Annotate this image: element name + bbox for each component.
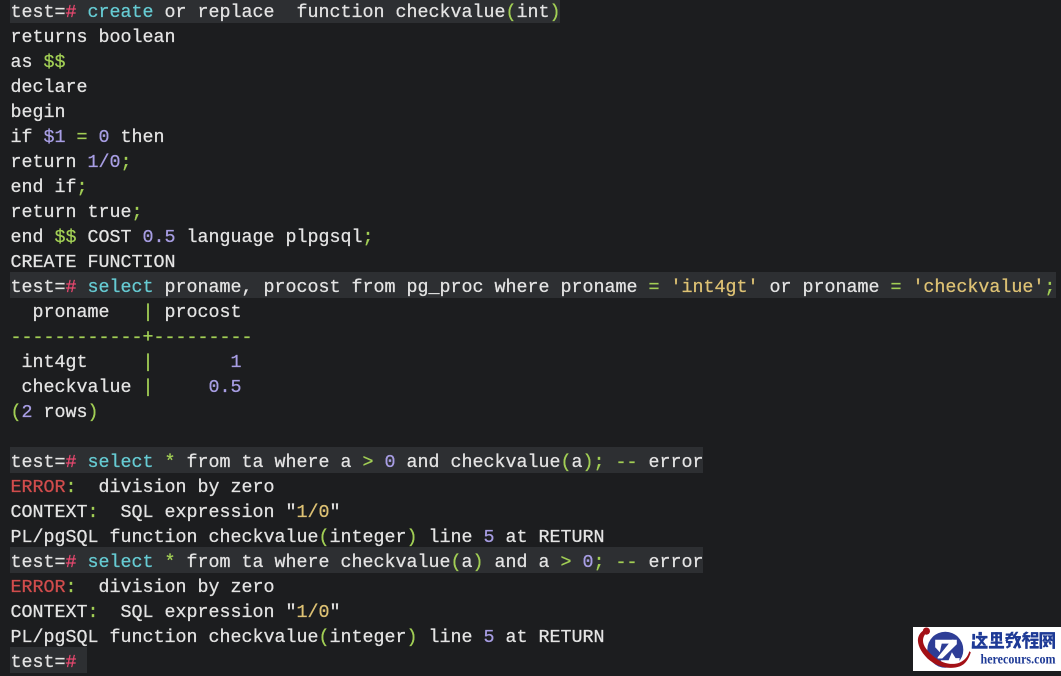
svg-text:herecours.com: herecours.com bbox=[981, 652, 1057, 667]
